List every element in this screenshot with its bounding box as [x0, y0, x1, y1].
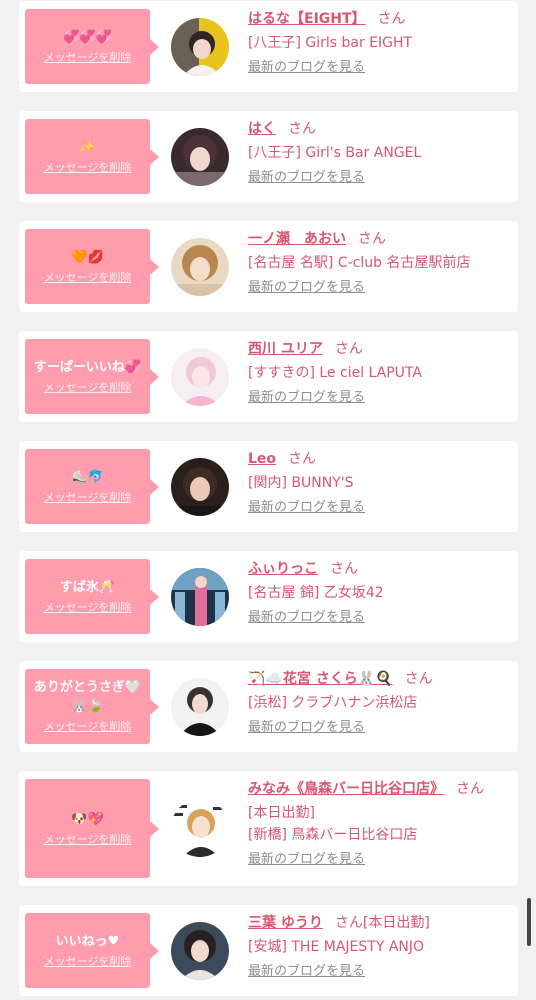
delete-message-link[interactable]: メッセージを削除 [44, 50, 132, 66]
message-bubble: ありがとうさぎ🤍🐰🍃 メッセージを削除 [25, 669, 159, 744]
message-card: すば氷🥂 メッセージを削除 ふぃりっこ さん [名古屋 錦] 乙女坂42 最新のブ… [19, 551, 518, 642]
honorific: さん [358, 231, 386, 247]
cast-name-link[interactable]: 西川 ユリア [248, 341, 323, 357]
cast-name-line: ふぃりっこ さん [248, 559, 510, 579]
latest-blog-link[interactable]: 最新のブログを見る [248, 851, 365, 869]
cast-name-link[interactable]: はく [248, 121, 276, 137]
message-bubble: 🐶💖 メッセージを削除 [25, 779, 159, 878]
scrollbar[interactable] [527, 898, 531, 946]
cast-name-line: 🏹☁️花宮 さくら🐰🍳 さん [248, 669, 510, 689]
delete-message-link[interactable]: メッセージを削除 [44, 832, 132, 848]
message-bubble: ⛸️🐬 メッセージを削除 [25, 449, 159, 524]
message-card: ⛸️🐬 メッセージを削除 Leo さん [関内] BUNNY'S 最新のブログを見… [19, 441, 518, 532]
cast-name-link[interactable]: ふぃりっこ [248, 561, 318, 577]
cast-name-line: はるな【EIGHT】 さん [248, 9, 510, 29]
honorific: さん [334, 915, 363, 931]
cast-name-line: 三葉 ゆうり さん[本日出勤] [248, 913, 510, 933]
message-card: 💞💞💞 メッセージを削除 はるな【EIGHT】 さん [八王子] Girls ba… [19, 1, 518, 92]
cast-name-link[interactable]: Leo [248, 451, 276, 467]
message-text: 💞💞💞 [63, 29, 112, 45]
cast-name-line: みなみ《鳥森バー日比谷口店》 さん [248, 779, 510, 799]
avatar[interactable] [171, 568, 229, 626]
delete-message-link[interactable]: メッセージを削除 [44, 270, 132, 286]
avatar[interactable] [171, 799, 229, 857]
honorific: さん [456, 781, 484, 797]
message-card: すーぱーいいね💞 メッセージを削除 西川 ユリア さん [すすきの] Le cie… [19, 331, 518, 422]
latest-blog-link[interactable]: 最新のブログを見る [248, 609, 365, 627]
honorific: さん [334, 341, 363, 357]
avatar[interactable] [171, 348, 229, 406]
message-bubble: すば氷🥂 メッセージを削除 [25, 559, 159, 634]
latest-blog-link[interactable]: 最新のブログを見る [248, 499, 365, 517]
avatar[interactable] [171, 18, 229, 76]
delete-message-link[interactable]: メッセージを削除 [44, 380, 132, 396]
message-bubble: 💞💞💞 メッセージを削除 [25, 9, 159, 84]
message-card: いいねっ♥ メッセージを削除 三葉 ゆうり さん[本日出勤] [安城] THE M… [19, 905, 518, 996]
delete-message-link[interactable]: メッセージを削除 [44, 719, 132, 735]
shop-line: [新橋] 鳥森バー日比谷口店 [248, 827, 418, 843]
avatar[interactable] [171, 922, 229, 980]
message-card: 🧡💋 メッセージを削除 一ノ瀬 あおい さん [名古屋 名駅] C-club 名古… [19, 221, 518, 312]
shop-line: [すすきの] Le ciel LAPUTA [248, 365, 422, 381]
avatar[interactable] [171, 458, 229, 516]
shop-line: [名古屋 名駅] C-club 名古屋駅前店 [248, 255, 471, 271]
message-text: いいねっ♥ [55, 933, 120, 949]
message-card: 🐶💖 メッセージを削除 みなみ《鳥森バー日比谷口店》 さん [本日出勤] [新橋]… [19, 771, 518, 886]
honorific: さん [404, 671, 433, 687]
cast-name-link[interactable]: 三葉 ゆうり [248, 915, 323, 931]
message-text: ⛸️🐬 [71, 469, 104, 485]
latest-blog-link[interactable]: 最新のブログを見る [248, 169, 365, 187]
cast-name-line: Leo さん [248, 449, 510, 469]
cast-name-line: はく さん [248, 119, 510, 139]
cast-name-link[interactable]: 一ノ瀬 あおい [248, 231, 346, 247]
message-bubble: 🧡💋 メッセージを削除 [25, 229, 159, 304]
shop-line: [名古屋 錦] 乙女坂42 [248, 585, 384, 601]
message-text: すば氷🥂 [59, 579, 116, 595]
shop-line: [八王子] Girls bar EIGHT [248, 35, 413, 51]
avatar[interactable] [171, 128, 229, 186]
shop-line: [本日出勤] [248, 805, 315, 821]
avatar[interactable] [171, 238, 229, 296]
delete-message-link[interactable]: メッセージを削除 [44, 954, 132, 970]
honorific: さん [377, 11, 406, 27]
honorific: さん [330, 561, 358, 577]
shop-line: [関内] BUNNY'S [248, 475, 354, 491]
latest-blog-link[interactable]: 最新のブログを見る [248, 719, 365, 737]
honorific: さん [288, 451, 317, 467]
shop-line: [八王子] Girl's Bar ANGEL [248, 145, 422, 161]
message-card: ✨ メッセージを削除 はく さん [八王子] Girl's Bar ANGEL 最… [19, 111, 518, 202]
cast-name-link[interactable]: はるな【EIGHT】 [248, 11, 366, 27]
cast-name-link[interactable]: 🏹☁️花宮 さくら🐰🍳 [248, 671, 393, 687]
message-text: ありがとうさぎ🤍🐰🍃 [33, 680, 142, 714]
latest-blog-link[interactable]: 最新のブログを見る [248, 59, 365, 77]
message-bubble: ✨ メッセージを削除 [25, 119, 159, 194]
message-bubble: いいねっ♥ メッセージを削除 [25, 913, 159, 988]
delete-message-link[interactable]: メッセージを削除 [44, 490, 132, 506]
cast-name-line: 一ノ瀬 あおい さん [248, 229, 510, 249]
message-text: 🐶💖 [71, 811, 104, 827]
shop-line: [浜松] クラブハナン浜松店 [248, 695, 418, 711]
message-text: ✨ [79, 139, 96, 155]
latest-blog-link[interactable]: 最新のブログを見る [248, 389, 365, 407]
message-text: 🧡💋 [71, 249, 104, 265]
message-card: ありがとうさぎ🤍🐰🍃 メッセージを削除 🏹☁️花宮 さくら🐰🍳 さん [浜松] ク… [19, 661, 518, 752]
message-text: すーぱーいいね💞 [33, 359, 142, 375]
cast-name-line: 西川 ユリア さん [248, 339, 510, 359]
name-suffix: [本日出勤] [362, 915, 430, 931]
delete-message-link[interactable]: メッセージを削除 [44, 600, 132, 616]
honorific: さん [288, 121, 316, 137]
latest-blog-link[interactable]: 最新のブログを見る [248, 963, 365, 981]
shop-line: [安城] THE MAJESTY ANJO [248, 939, 425, 955]
avatar[interactable] [171, 678, 229, 736]
latest-blog-link[interactable]: 最新のブログを見る [248, 279, 365, 297]
message-bubble: すーぱーいいね💞 メッセージを削除 [25, 339, 159, 414]
delete-message-link[interactable]: メッセージを削除 [44, 160, 132, 176]
cast-name-link[interactable]: みなみ《鳥森バー日比谷口店》 [248, 781, 444, 797]
